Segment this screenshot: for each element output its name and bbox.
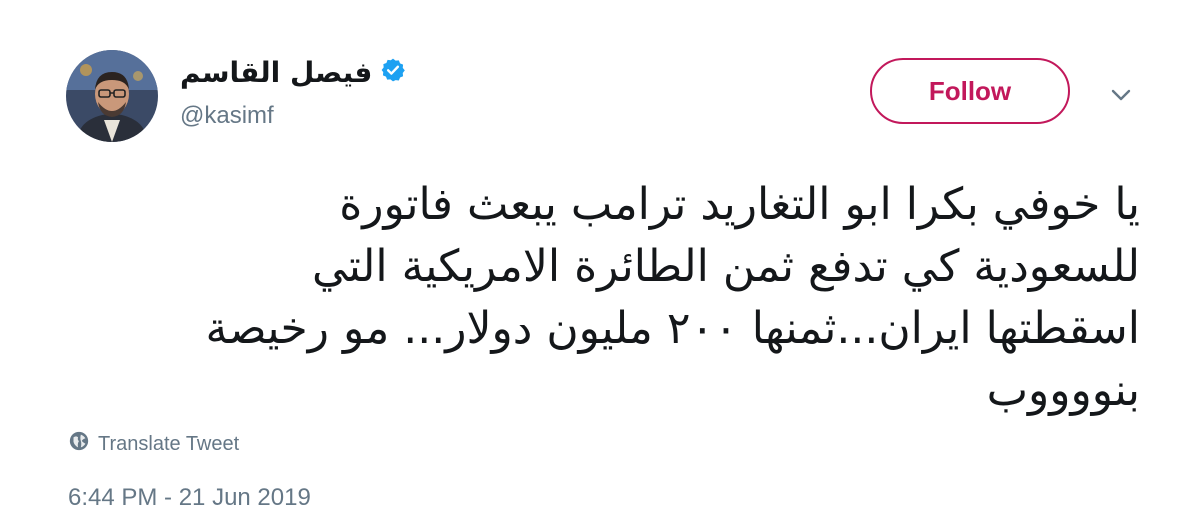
tweet-timestamp[interactable]: 6:44 PM - 21 Jun 2019	[68, 484, 311, 512]
globe-icon	[68, 430, 90, 458]
chevron-down-icon[interactable]	[1106, 82, 1136, 108]
user-handle[interactable]: @kasimf	[180, 102, 274, 130]
translate-label: Translate Tweet	[98, 432, 240, 455]
verified-badge-icon	[380, 57, 406, 88]
user-name-row: فيصل القاسم	[180, 56, 406, 89]
avatar[interactable]	[66, 50, 158, 142]
tweet-text: يا خوفي بكرا ابو التغاريد ترامب يبعث فات…	[60, 174, 1141, 422]
follow-button[interactable]: Follow	[870, 58, 1070, 124]
tweet-line: للسعودية كي تدفع ثمن الطائرة الامريكية ا…	[312, 241, 1140, 292]
display-name[interactable]: فيصل القاسم	[180, 56, 372, 89]
tweet-line: اسقطتها ايران...ثمنها ٢٠٠ مليون دولار...…	[205, 303, 1141, 354]
translate-tweet-link[interactable]: Translate Tweet	[68, 430, 239, 458]
tweet-line: يا خوفي بكرا ابو التغاريد ترامب يبعث فات…	[339, 179, 1140, 230]
tweet-line: بنووووب	[986, 365, 1140, 416]
